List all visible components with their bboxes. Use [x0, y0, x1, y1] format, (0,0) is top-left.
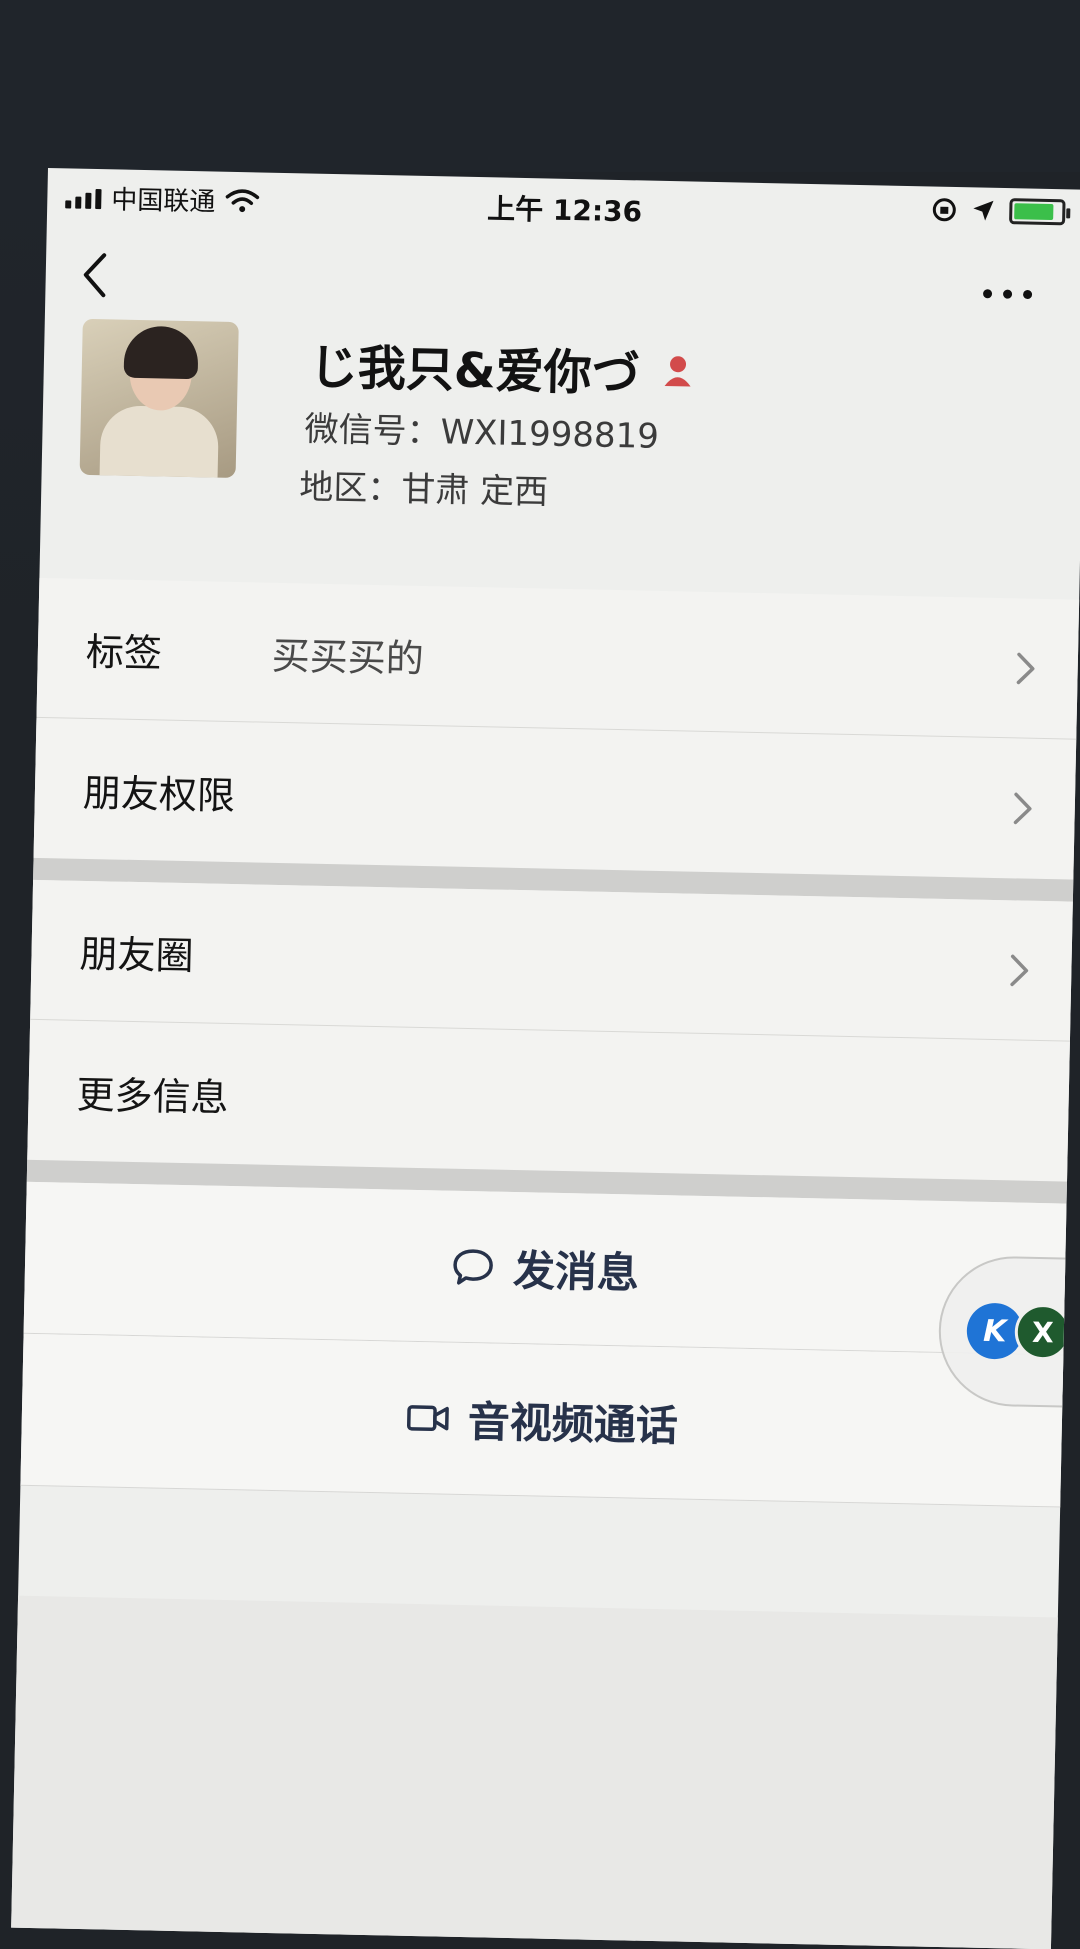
row-friend-permissions[interactable]: 朋友权限 [24, 718, 1080, 880]
region: 地区：甘肃 定西 [298, 467, 549, 513]
av-call-button[interactable]: 音视频通话 [11, 1333, 1074, 1508]
ellipsis-icon[interactable] [977, 273, 1038, 314]
chat-bubble-icon [453, 1248, 493, 1285]
chevron-right-icon [1016, 652, 1035, 684]
battery-fill [1014, 203, 1054, 221]
info-section-1: 标签 买买买的 朋友权限 [23, 577, 1080, 880]
row-value: 买买买的 [271, 633, 425, 681]
avatar-hair [123, 325, 199, 380]
profile-name: じ我只&爱你づ [309, 339, 641, 403]
wifi-icon [225, 188, 260, 212]
phone-screen: 中国联通 上午 12:36 じ我只&爱你づ 微信号：WXI1998819 地区：… [11, 168, 1080, 1949]
signal-icon [65, 186, 102, 209]
row-label: 朋友圈 [79, 931, 195, 979]
rotation-lock-icon [932, 198, 956, 222]
location-icon [973, 200, 994, 221]
row-moments[interactable]: 朋友圈 [20, 879, 1080, 1042]
row-more-info[interactable]: 更多信息 [17, 1020, 1080, 1182]
female-icon [664, 356, 691, 387]
empty-area [11, 1595, 1068, 1949]
status-right [931, 197, 1066, 226]
row-label: 朋友权限 [82, 770, 236, 818]
info-section-2: 朋友圈 更多信息 [17, 879, 1080, 1182]
status-left: 中国联通 [65, 178, 260, 219]
row-label: 标签 [85, 629, 163, 676]
send-message-button[interactable]: 发消息 [13, 1181, 1077, 1356]
avatar[interactable] [79, 318, 239, 478]
chevron-right-icon [1013, 792, 1032, 825]
row-tags[interactable]: 标签 买买买的 [26, 577, 1080, 740]
x-app-icon[interactable]: X [1014, 1303, 1072, 1361]
wechat-id: 微信号：WXI1998819 [304, 409, 660, 457]
background-top [0, 0, 1080, 172]
chevron-left-icon[interactable] [75, 245, 116, 306]
avatar-body [99, 405, 220, 478]
send-message-label: 发消息 [512, 1245, 640, 1298]
carrier-name: 中国联通 [111, 185, 216, 218]
video-camera-icon [406, 1404, 449, 1431]
status-time: 上午 12:36 [486, 192, 643, 229]
av-call-label: 音视频通话 [467, 1397, 679, 1451]
profile-name-row: じ我只&爱你づ [309, 328, 696, 406]
row-label: 更多信息 [76, 1072, 230, 1120]
chevron-right-icon [1010, 954, 1029, 986]
battery-icon [1009, 198, 1066, 226]
profile-header: じ我只&爱你づ 微信号：WXI1998819 地区：甘肃 定西 [39, 318, 1080, 600]
